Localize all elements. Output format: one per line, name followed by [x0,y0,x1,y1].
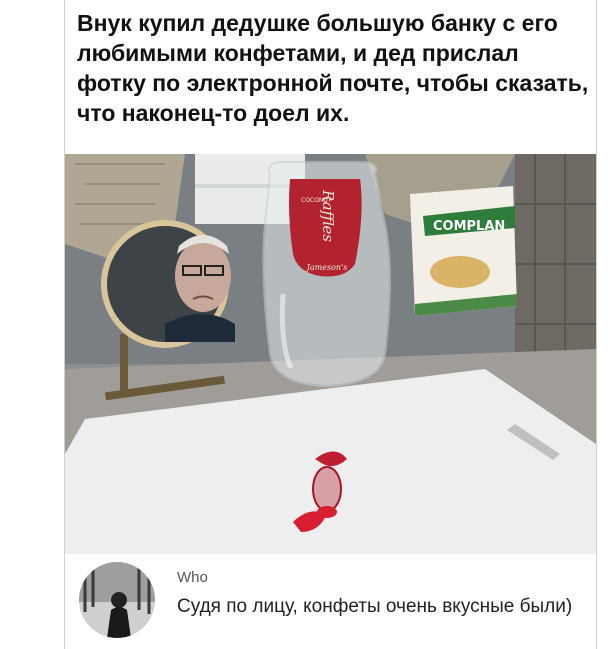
comment-author[interactable]: Who [177,569,208,586]
post-card: Внук купил дедушке большую банку с его л… [64,0,597,649]
photo-tiles [515,154,596,364]
photo-complan-text: COMPLAN [433,219,505,234]
comment-text: Судя по лицу, конфеты очень вкусные были… [177,596,573,617]
post-photo[interactable]: Raffles Jameson's COCONUT COMPLAN [65,154,596,554]
post-caption: Внук купил дедушке большую банку с его л… [77,10,589,126]
photo-jar-flavor: COCONUT [301,197,332,204]
comment: Who Судя по лицу, конфеты очень вкусные … [65,556,596,649]
photo-jar-brand: Jameson's [305,263,348,272]
photo-last-sweet [312,466,342,512]
avatar[interactable] [79,562,155,638]
